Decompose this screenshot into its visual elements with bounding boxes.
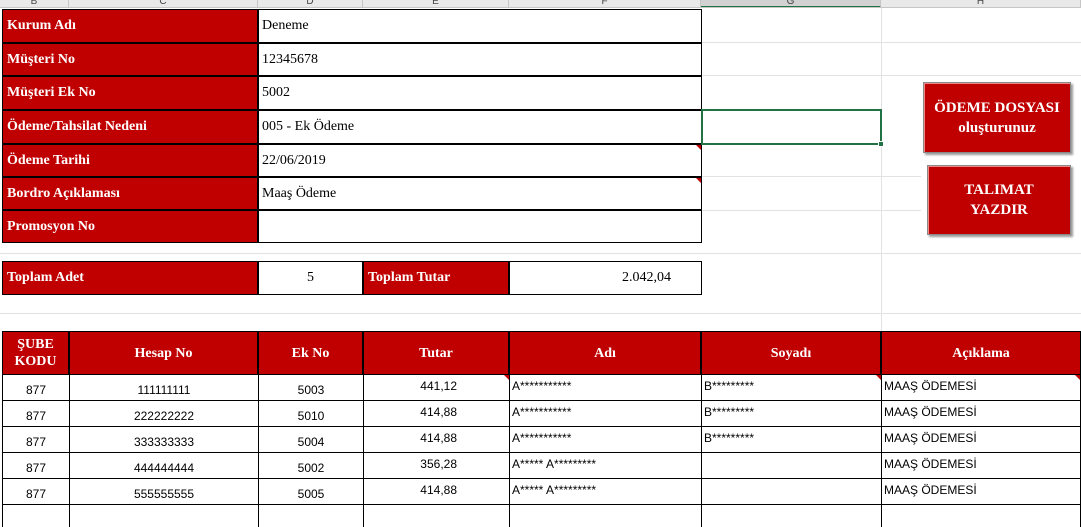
cell-aciklama[interactable]: MAAŞ ÖDEMESİ	[881, 401, 1080, 427]
fill-handle[interactable]	[878, 141, 884, 147]
cell-soyadi[interactable]: B*********	[701, 427, 881, 453]
table-header-sube-line2: KODU	[14, 354, 57, 369]
talimat-yazdir-button-line2: YAZDIR	[970, 202, 1028, 218]
musteri-no-label: Müşteri No	[2, 43, 258, 76]
cell-ek-no[interactable]	[258, 505, 363, 527]
odeme-dosyasi-button-line2: oluşturunuz	[958, 119, 1036, 136]
column-header-g[interactable]: G	[701, 0, 881, 7]
cell-aciklama[interactable]: MAAŞ ÖDEMESİ	[881, 427, 1080, 453]
cell-aciklama[interactable]: MAAŞ ÖDEMESİ	[881, 375, 1080, 401]
cell-soyadi[interactable]: B*********	[701, 401, 881, 427]
cell-hesap-no[interactable]	[69, 505, 258, 527]
table-header-sube-line1: ŞUBE	[17, 337, 54, 352]
odeme-tarihi-label: Ödeme Tarihi	[2, 144, 258, 177]
column-header-f[interactable]: F	[509, 0, 701, 7]
column-header-h[interactable]: H	[881, 0, 1081, 7]
table-header-sube-kodu: ŞUBE KODU	[2, 331, 69, 375]
cell-ek-no[interactable]: 5005	[258, 479, 363, 505]
cell-adi[interactable]: A***********	[509, 375, 701, 401]
column-header-c[interactable]: C	[69, 0, 258, 7]
musteri-ek-no-value[interactable]: 5002	[258, 76, 702, 110]
grid-line	[0, 253, 1081, 254]
cell-sube[interactable]: 877	[2, 375, 69, 401]
cell-hesap-no[interactable]: 222222222	[69, 401, 258, 427]
cell-adi[interactable]	[509, 505, 701, 527]
selected-cell[interactable]	[701, 109, 884, 147]
column-header-e[interactable]: E	[363, 0, 509, 7]
cell-hesap-no[interactable]: 111111111	[69, 375, 258, 401]
bordro-aciklamasi-value[interactable]: Maaş Ödeme	[258, 177, 702, 210]
talimat-yazdir-button[interactable]: TALIMAT YAZDIR	[927, 165, 1071, 235]
column-header-bar: B C D E F G H	[0, 0, 1081, 8]
talimat-yazdir-button-line1: TALIMAT	[964, 182, 1034, 198]
table-header-tutar: Tutar	[363, 331, 509, 375]
promosyon-no-label: Promosyon No	[2, 210, 258, 243]
table-header-aciklama: Açıklama	[881, 331, 1081, 375]
column-header-b[interactable]: B	[0, 0, 69, 7]
cell-ek-no[interactable]: 5003	[258, 375, 363, 401]
cell-sube[interactable]	[2, 505, 69, 527]
promosyon-no-value[interactable]	[258, 210, 702, 243]
kurum-adi-value[interactable]: Deneme	[258, 9, 702, 43]
column-header-d[interactable]: D	[258, 0, 363, 7]
cell-sube[interactable]: 877	[2, 479, 69, 505]
table-header-soyadi: Soyadı	[701, 331, 881, 375]
cell-sube[interactable]: 877	[2, 427, 69, 453]
musteri-no-value[interactable]: 12345678	[258, 43, 702, 76]
cell-soyadi[interactable]	[701, 505, 881, 527]
cell-adi[interactable]: A***********	[509, 401, 701, 427]
odeme-dosyasi-button-line1: ÖDEME DOSYASI	[934, 99, 1060, 116]
cell-tutar[interactable]: 356,28	[363, 453, 509, 479]
cell-aciklama[interactable]: MAAŞ ÖDEMESİ	[881, 479, 1080, 505]
cell-tutar[interactable]: 414,88	[363, 427, 509, 453]
odeme-dosyasi-button[interactable]: ÖDEME DOSYASI oluşturunuz	[923, 82, 1071, 153]
cell-soyadi[interactable]: B*********	[701, 375, 881, 401]
odeme-nedeni-label: Ödeme/Tahsilat Nedeni	[2, 110, 258, 144]
cell-hesap-no[interactable]: 555555555	[69, 479, 258, 505]
toplam-adet-value[interactable]: 5	[258, 261, 363, 295]
cell-aciklama[interactable]: MAAŞ ÖDEMESİ	[881, 453, 1080, 479]
odeme-nedeni-value[interactable]: 005 - Ek Ödeme	[258, 110, 702, 144]
toplam-tutar-value[interactable]: 2.042,04	[509, 261, 702, 295]
cell-hesap-no[interactable]: 333333333	[69, 427, 258, 453]
cell-ek-no[interactable]: 5010	[258, 401, 363, 427]
table-header-adi: Adı	[509, 331, 701, 375]
cell-adi[interactable]: A***** A*********	[509, 479, 701, 505]
cell-tutar[interactable]	[363, 505, 509, 527]
bordro-aciklamasi-label: Bordro Açıklaması	[2, 177, 258, 210]
cell-aciklama[interactable]	[881, 505, 1080, 527]
kurum-adi-label: Kurum Adı	[2, 9, 258, 43]
cell-soyadi[interactable]	[701, 453, 881, 479]
grid-line	[0, 313, 1081, 314]
cell-adi[interactable]: A***********	[509, 427, 701, 453]
cell-adi[interactable]: A***** A*********	[509, 453, 701, 479]
toplam-adet-label: Toplam Adet	[2, 261, 258, 295]
musteri-ek-no-label: Müşteri Ek No	[2, 76, 258, 110]
grid-line	[701, 75, 1081, 76]
cell-ek-no[interactable]: 5004	[258, 427, 363, 453]
grid-line	[701, 210, 921, 211]
cell-sube[interactable]: 877	[2, 453, 69, 479]
cell-tutar[interactable]: 441,12	[363, 375, 509, 401]
cell-ek-no[interactable]: 5002	[258, 453, 363, 479]
cell-hesap-no[interactable]: 444444444	[69, 453, 258, 479]
cell-sube[interactable]: 877	[2, 401, 69, 427]
odeme-tarihi-value[interactable]: 22/06/2019	[258, 144, 702, 177]
grid-line	[701, 42, 1081, 43]
toplam-tutar-label: Toplam Tutar	[363, 261, 509, 295]
cell-soyadi[interactable]	[701, 479, 881, 505]
grid-line	[701, 176, 921, 177]
table-header-hesap-no: Hesap No	[69, 331, 258, 375]
cell-tutar[interactable]: 414,88	[363, 479, 509, 505]
cell-tutar[interactable]: 414,88	[363, 401, 509, 427]
table-header-ek-no: Ek No	[258, 331, 363, 375]
